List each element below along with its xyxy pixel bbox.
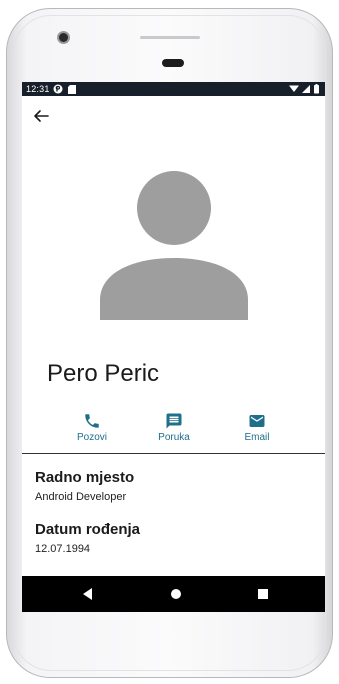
call-button[interactable]: Pozovi [60,412,124,448]
nav-recents-icon[interactable] [258,589,268,599]
message-icon [166,413,182,429]
speaker [162,59,184,67]
message-button-label: Poruka [158,432,190,443]
signal-battery-icons [289,84,319,94]
contact-name: Pero Peric [47,360,160,387]
job-title-value: Android Developer [35,491,127,503]
email-button[interactable]: Email [225,412,289,448]
status-bar: 12:31 [22,82,325,96]
call-button-label: Pozovi [76,432,107,443]
front-camera [59,33,68,42]
status-time: 12:31 [26,84,50,94]
app-screen: 12:31 Pero Peric Pozovi Poruka Email Rad… [22,82,325,612]
person-placeholder-icon [100,171,248,320]
email-button-label: Email [244,432,270,443]
mail-icon [249,415,265,427]
system-nav-bar [22,576,325,612]
message-button[interactable]: Poruka [142,412,206,448]
divider [22,453,325,454]
contact-actions: Pozovi Poruka Email [22,412,325,448]
next-field-label-cut-off [35,569,125,575]
earpiece-slit [140,36,200,39]
birth-date-value: 12.07.1994 [35,543,91,555]
notification-icon [53,84,63,94]
birth-date-label: Datum rođenja [35,521,141,538]
nav-back-icon[interactable] [83,588,93,600]
job-title-label: Radno mjesto [35,469,135,486]
phone-icon [85,414,99,428]
nav-home-icon[interactable] [171,589,181,599]
arrow-left-icon[interactable] [32,108,50,124]
sd-card-icon [68,85,76,94]
